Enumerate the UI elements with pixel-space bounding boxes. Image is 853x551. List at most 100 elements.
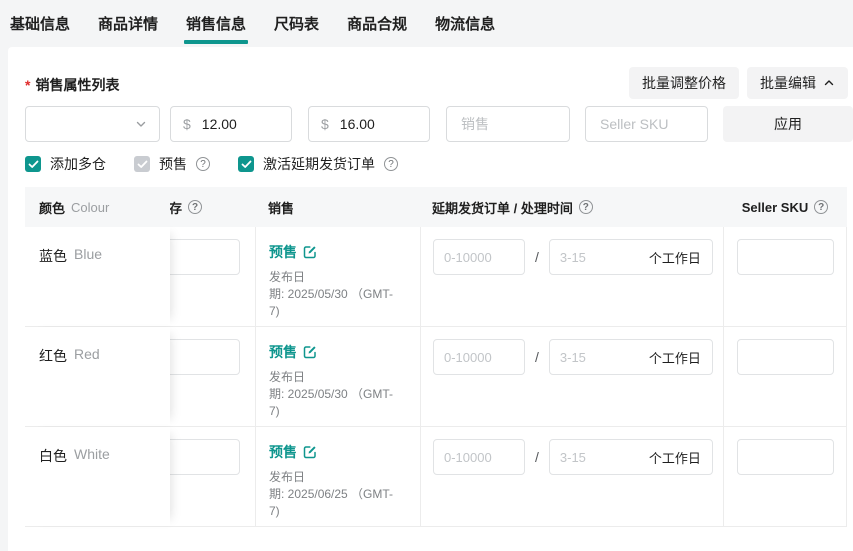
row-sku-input[interactable] (738, 350, 833, 365)
currency-prefix: $ (321, 116, 329, 132)
checkbox-multi-warehouse[interactable] (25, 156, 41, 172)
tab-compliance[interactable]: 商品合规 (347, 0, 407, 47)
row-sku-field (737, 439, 834, 475)
edit-icon (303, 345, 317, 359)
presale-label: 预售 (269, 242, 297, 262)
date-line: 发布日 (269, 469, 420, 486)
check-icon (137, 160, 148, 169)
tab-label: 物流信息 (435, 13, 495, 34)
price-field-1: $ (170, 106, 292, 142)
date-line: 7) (269, 403, 420, 420)
release-date-text: 发布日 期: 2025/05/30 （GMT- 7) (269, 269, 420, 320)
apply-button[interactable]: 应用 (723, 106, 853, 142)
option-multi-warehouse: 添加多仓 (25, 154, 106, 174)
row-sku-field (737, 239, 834, 275)
presale-link[interactable]: 预售 (269, 242, 420, 262)
option-presale: 预售 ? (134, 154, 210, 174)
header-sku-label: Seller SKU (742, 200, 808, 215)
attribute-select[interactable] (25, 106, 160, 142)
price-input-1[interactable] (200, 115, 279, 133)
tab-size-chart[interactable]: 尺码表 (274, 0, 319, 47)
tab-label: 销售信息 (186, 13, 246, 34)
sales-cell: 预售 发布日 期: 2025/05/30 （GMT- 7) (255, 327, 420, 426)
handling-time-field: 个工作日 (549, 339, 713, 375)
row-sku-input[interactable] (738, 250, 833, 265)
help-icon[interactable]: ? (384, 157, 398, 171)
tab-product-details[interactable]: 商品详情 (98, 0, 158, 47)
presale-link[interactable]: 预售 (269, 342, 420, 362)
date-line: 7) (269, 303, 420, 320)
delay-order-input[interactable] (434, 450, 524, 465)
row-sku-field (737, 339, 834, 375)
delay-order-field (433, 239, 525, 275)
delay-order-field (433, 339, 525, 375)
seller-sku-field (585, 106, 708, 142)
tab-basic-info[interactable]: 基础信息 (10, 0, 70, 47)
currency-prefix: $ (183, 116, 191, 132)
help-icon[interactable]: ? (196, 157, 210, 171)
presale-label: 预售 (269, 442, 297, 462)
release-date-text: 发布日 期: 2025/05/30 （GMT- 7) (269, 369, 420, 420)
seller-sku-input[interactable] (598, 115, 695, 133)
row-sku-input[interactable] (738, 450, 833, 465)
options-row: 添加多仓 预售 ? 激活延期发货订单 ? (25, 153, 398, 175)
handling-time-field: 个工作日 (549, 439, 713, 475)
delayed-dispatch-cell: / 个工作日 (420, 327, 723, 426)
handling-time-input[interactable] (550, 450, 630, 465)
price-input-2[interactable] (338, 115, 417, 133)
help-icon[interactable]: ? (814, 200, 828, 214)
option-label: 预售 (159, 154, 187, 174)
section-title: * 销售属性列表 (25, 75, 119, 95)
edit-icon (303, 245, 317, 259)
chevron-down-icon (135, 118, 147, 130)
header-delayed-dispatch: 延期发货订单 / 处理时间 ? (420, 187, 723, 227)
presale-label: 预售 (269, 342, 297, 362)
option-delayed-dispatch: 激活延期发货订单 ? (238, 154, 398, 174)
header-color-en: Colour (71, 200, 109, 215)
date-line: 发布日 (269, 369, 420, 386)
header-stock: 库存 ? (170, 187, 255, 227)
table-row: 白色 White 预售 发布日 期: 2025/06/25 （GMT- 7) (25, 427, 847, 527)
help-icon[interactable]: ? (579, 200, 593, 214)
presale-link[interactable]: 预售 (269, 442, 420, 462)
color-name-zh: 白色 (39, 446, 67, 526)
delay-order-input[interactable] (434, 350, 524, 365)
tab-label: 商品合规 (347, 13, 407, 34)
checkbox-delayed-dispatch[interactable] (238, 156, 254, 172)
tab-bar: 基础信息 商品详情 销售信息 尺码表 商品合规 物流信息 (0, 0, 853, 47)
batch-edit-button[interactable]: 批量编辑 (747, 67, 848, 99)
price-field-2: $ (308, 106, 430, 142)
section-title-text: 销售属性列表 (35, 75, 119, 95)
color-cell: 红色 Red (25, 327, 170, 426)
sales-info-panel: * 销售属性列表 批量调整价格 批量编辑 $ $ 应用 (8, 47, 853, 551)
check-icon (241, 160, 252, 169)
help-icon[interactable]: ? (188, 200, 202, 214)
tab-label: 基础信息 (10, 13, 70, 34)
sku-table: 库存 ? 颜色 Colour 销售 延期发货订单 / 处理时间 ? Seller… (25, 187, 853, 528)
date-line: 期: 2025/05/30 （GMT- (269, 386, 420, 403)
date-line: 发布日 (269, 269, 420, 286)
option-label: 激活延期发货订单 (263, 154, 375, 174)
header-color-zh: 颜色 (39, 198, 65, 217)
header-sales: 销售 (255, 187, 420, 227)
handling-time-input[interactable] (550, 250, 630, 265)
color-name-en: Blue (74, 246, 102, 326)
delay-order-input[interactable] (434, 250, 524, 265)
sales-cell: 预售 发布日 期: 2025/06/25 （GMT- 7) (255, 427, 420, 526)
batch-edit-label: 批量编辑 (760, 73, 816, 93)
batch-adjust-price-button[interactable]: 批量调整价格 (629, 67, 739, 99)
tab-label: 尺码表 (274, 13, 319, 34)
working-days-suffix: 个工作日 (649, 348, 712, 367)
handling-time-field: 个工作日 (549, 239, 713, 275)
table-row: 蓝色 Blue 预售 发布日 期: 2025/05/30 （GMT- 7) (25, 227, 847, 327)
date-line: 7) (269, 503, 420, 520)
working-days-suffix: 个工作日 (649, 248, 712, 267)
tab-logistics[interactable]: 物流信息 (435, 0, 495, 47)
color-name-zh: 红色 (39, 346, 67, 426)
tab-sales-info-active[interactable]: 销售信息 (186, 0, 246, 47)
seller-sku-cell (723, 327, 847, 426)
color-cell: 白色 White (25, 427, 170, 526)
handling-time-input[interactable] (550, 350, 630, 365)
date-line: 期: 2025/06/25 （GMT- (269, 486, 420, 503)
sales-input[interactable] (459, 115, 557, 133)
